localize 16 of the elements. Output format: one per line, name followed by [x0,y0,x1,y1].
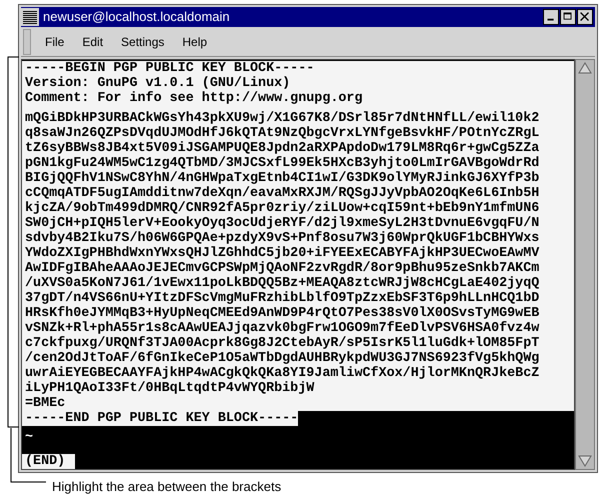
annotation-caption: Highlight the area between the brackets [52,478,282,496]
window-title: newuser@localhost.localdomain [43,8,231,26]
window-menu-icon[interactable] [21,8,39,26]
scroll-down-icon[interactable] [576,453,594,469]
pager-status: (END) [22,454,76,469]
menu-item[interactable]: Edit [74,30,112,52]
terminal-line: ~ [24,430,34,445]
close-icon[interactable] [577,9,593,25]
menu-item[interactable]: Help [174,30,216,52]
minimize-icon[interactable] [543,9,559,25]
scroll-up-icon[interactable] [576,60,594,76]
menu-item[interactable]: Settings [113,30,172,52]
maximize-icon[interactable] [560,9,576,25]
grip-handle-icon[interactable] [23,28,31,54]
scrollbar[interactable] [575,59,595,470]
menu-item[interactable]: File [37,30,72,52]
